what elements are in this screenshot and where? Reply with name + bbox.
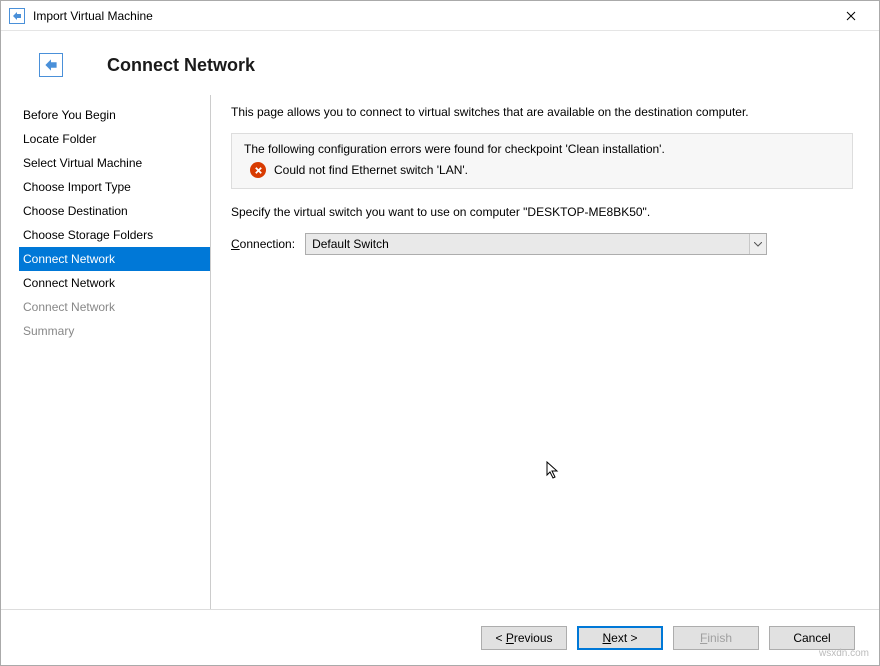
error-item: Could not find Ethernet switch 'LAN'. <box>244 162 840 178</box>
error-item-text: Could not find Ethernet switch 'LAN'. <box>274 163 468 177</box>
watermark-text: wsxdn.com <box>819 648 869 659</box>
dropdown-button[interactable] <box>749 234 766 254</box>
connection-label: Connection: <box>231 237 295 251</box>
close-icon <box>846 11 856 21</box>
close-button[interactable] <box>831 2 871 30</box>
cancel-button[interactable]: Cancel <box>769 626 855 650</box>
next-button[interactable]: Next > <box>577 626 663 650</box>
step-connect-network-3: Connect Network <box>19 295 210 319</box>
step-locate-folder[interactable]: Locate Folder <box>19 127 210 151</box>
wizard-steps-sidebar: Before You Begin Locate Folder Select Vi… <box>19 95 211 609</box>
titlebar: Import Virtual Machine <box>1 1 879 31</box>
connection-dropdown-value: Default Switch <box>306 237 749 251</box>
wizard-footer: < Previous Next > Finish Cancel <box>1 609 879 665</box>
window-title: Import Virtual Machine <box>33 9 831 23</box>
step-select-virtual-machine[interactable]: Select Virtual Machine <box>19 151 210 175</box>
step-choose-storage-folders[interactable]: Choose Storage Folders <box>19 223 210 247</box>
step-connect-network-1[interactable]: Connect Network <box>19 247 210 271</box>
wizard-header: Connect Network <box>1 31 879 95</box>
wizard-header-icon <box>39 53 63 77</box>
previous-button[interactable]: < Previous <box>481 626 567 650</box>
app-icon <box>9 8 25 24</box>
page-title: Connect Network <box>107 55 255 76</box>
step-before-you-begin[interactable]: Before You Begin <box>19 103 210 127</box>
wizard-main-panel: This page allows you to connect to virtu… <box>211 95 861 609</box>
page-intro-text: This page allows you to connect to virtu… <box>231 105 853 119</box>
error-box-title: The following configuration errors were … <box>244 142 840 156</box>
connection-row: Connection: Default Switch <box>231 233 853 255</box>
configuration-errors-box: The following configuration errors were … <box>231 133 853 189</box>
finish-button: Finish <box>673 626 759 650</box>
step-connect-network-2[interactable]: Connect Network <box>19 271 210 295</box>
import-vm-wizard-window: Import Virtual Machine Connect Network B… <box>0 0 880 666</box>
chevron-down-icon <box>754 242 762 247</box>
step-choose-import-type[interactable]: Choose Import Type <box>19 175 210 199</box>
error-icon <box>250 162 266 178</box>
step-summary: Summary <box>19 319 210 343</box>
wizard-body: Before You Begin Locate Folder Select Vi… <box>1 95 879 609</box>
specify-switch-text: Specify the virtual switch you want to u… <box>231 205 853 219</box>
step-choose-destination[interactable]: Choose Destination <box>19 199 210 223</box>
connection-dropdown[interactable]: Default Switch <box>305 233 767 255</box>
